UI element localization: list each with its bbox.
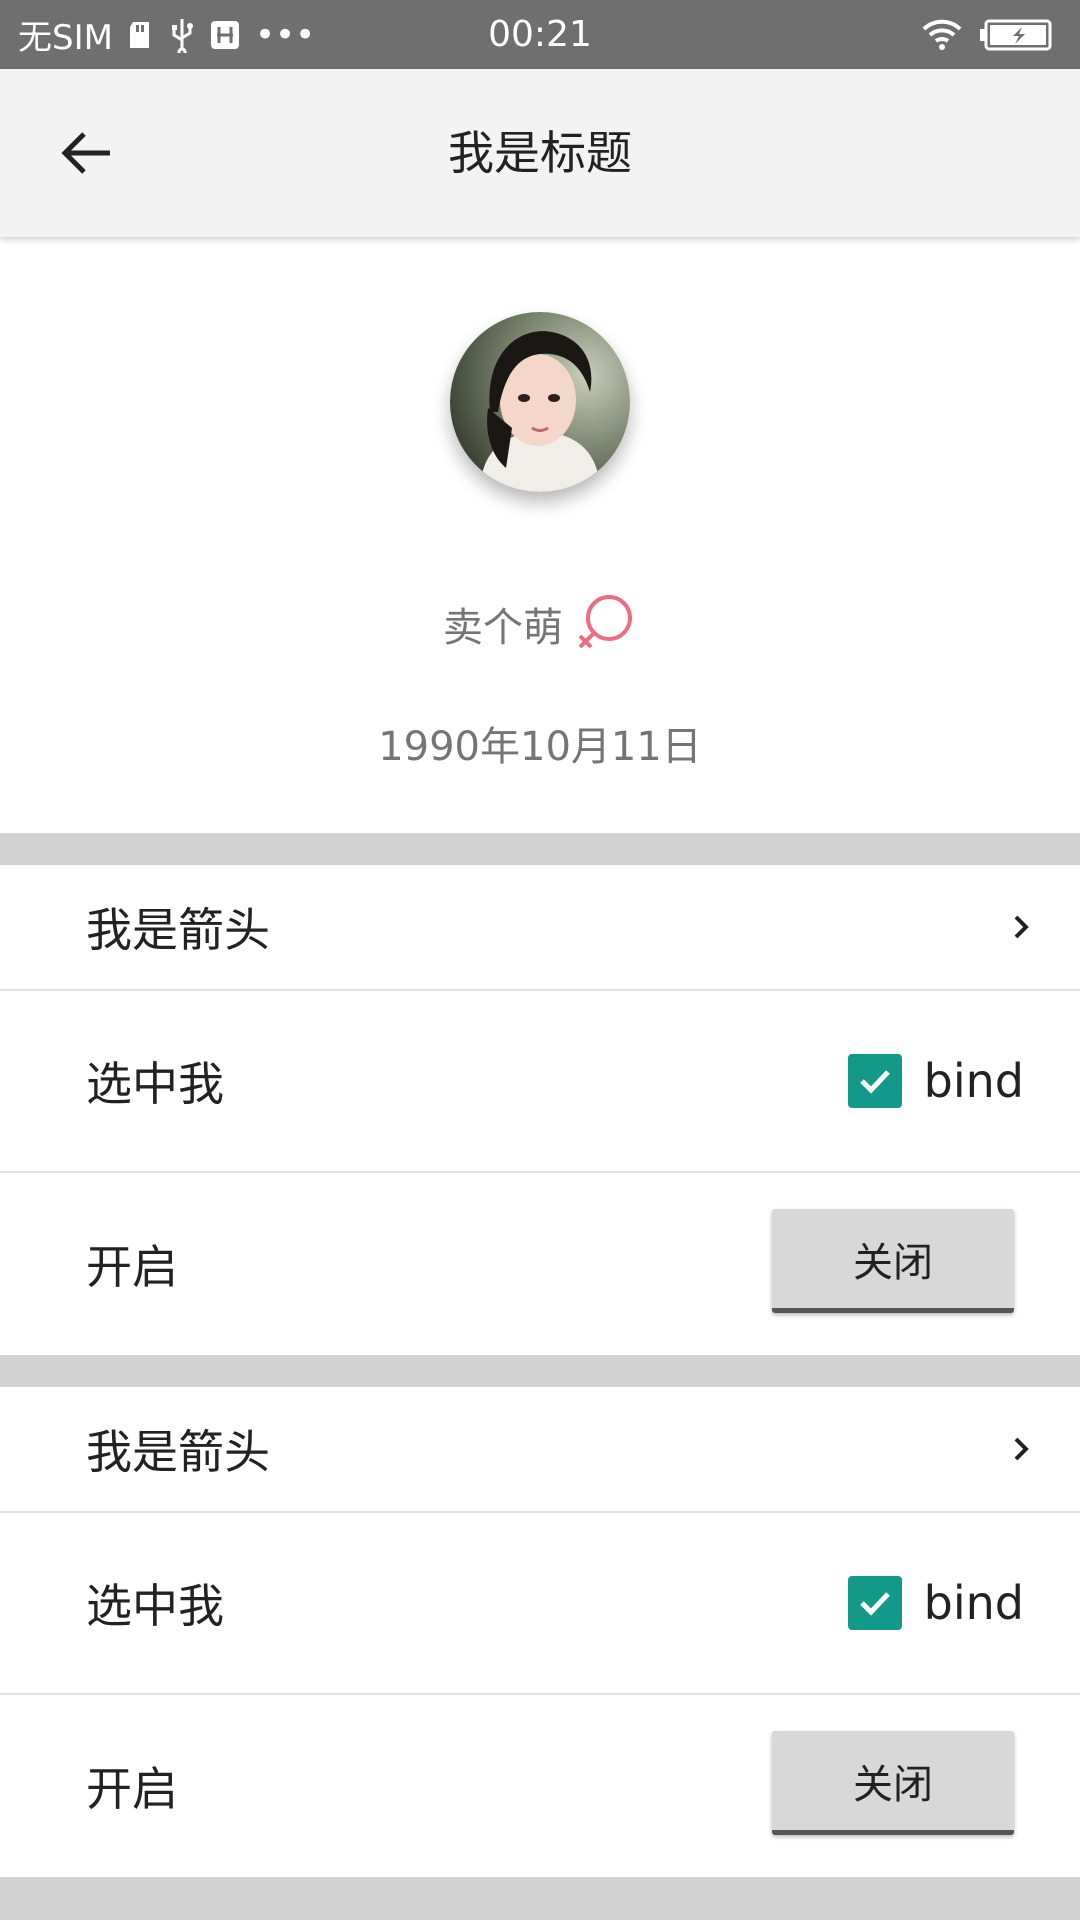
bind-checkbox[interactable]: bind — [847, 1513, 1024, 1693]
toggle-row: 开启 关闭 — [0, 1695, 1080, 1877]
birthday: 1990年10月11日 — [378, 724, 702, 770]
arrow-row[interactable]: 我是箭头 — [0, 1387, 1080, 1513]
toggle-button[interactable]: 关闭 — [772, 1209, 1014, 1313]
clock: 00:21 — [488, 14, 592, 55]
chevron-right-icon — [1012, 1387, 1030, 1511]
toggle-row: 开启 关闭 — [0, 1173, 1080, 1355]
section-divider — [0, 1355, 1080, 1387]
wifi-icon — [922, 19, 962, 51]
profile-header: 卖个萌 1990年10月11日 — [0, 237, 1080, 833]
app-bar: 我是标题 — [0, 69, 1080, 237]
checkbox-row-label: 选中我 — [86, 1579, 224, 1633]
checkbox-text: bind — [923, 1054, 1024, 1108]
name-row: 卖个萌 — [0, 589, 1080, 659]
status-right — [922, 0, 1054, 69]
checkbox-text: bind — [923, 1576, 1024, 1630]
toggle-row-label: 开启 — [86, 1240, 178, 1294]
arrow-row[interactable]: 我是箭头 — [0, 865, 1080, 991]
status-bar: 无SIM ••• 00:21 — [0, 0, 1080, 69]
section-divider — [0, 833, 1080, 865]
chevron-right-icon — [1012, 865, 1030, 989]
user-name: 卖个萌 — [443, 605, 563, 651]
avatar-photo — [450, 312, 630, 492]
section-divider — [0, 1877, 1080, 1920]
checkbox-checked-icon[interactable] — [847, 1054, 902, 1108]
checkbox-row: 选中我 bind — [0, 991, 1080, 1173]
toggle-button[interactable]: 关闭 — [772, 1731, 1014, 1835]
avatar[interactable] — [450, 312, 630, 492]
toggle-row-label: 开启 — [86, 1762, 178, 1816]
female-icon — [575, 592, 637, 656]
arrow-row-label: 我是箭头 — [86, 1425, 270, 1479]
page-title: 我是标题 — [448, 126, 632, 180]
checkbox-row-label: 选中我 — [86, 1057, 224, 1111]
checkbox-checked-icon[interactable] — [847, 1576, 902, 1630]
bind-checkbox[interactable]: bind — [847, 991, 1024, 1171]
battery-charging-icon — [978, 18, 1054, 52]
checkbox-row: 选中我 bind — [0, 1513, 1080, 1695]
arrow-row-label: 我是箭头 — [86, 903, 270, 957]
